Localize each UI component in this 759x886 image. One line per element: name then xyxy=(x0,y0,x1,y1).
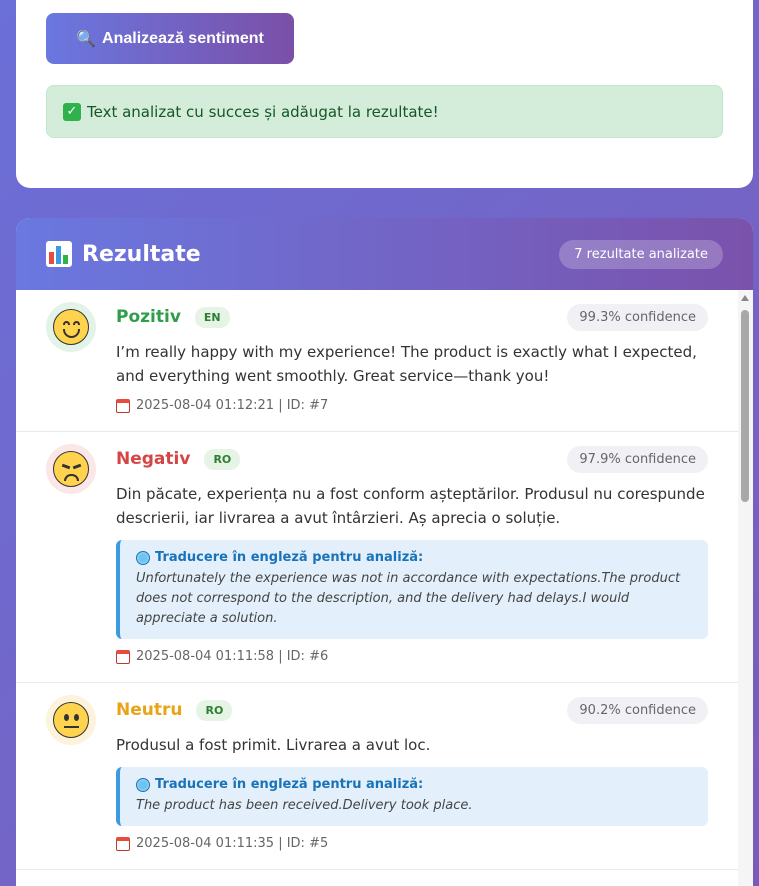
globe-icon xyxy=(136,777,150,792)
neutral-face-icon xyxy=(53,702,89,738)
translation-text: Unfortunately the experience was not in … xyxy=(136,571,681,626)
translation-title: Traducere în engleză pentru analiză: xyxy=(136,777,692,792)
sentiment-label: Pozitiv xyxy=(116,307,181,327)
globe-icon xyxy=(136,550,150,565)
calendar-icon xyxy=(116,649,130,664)
translation-title-text: Traducere în engleză pentru analiză: xyxy=(155,777,424,792)
results-panel: Rezultate 7 rezultate analizate Pozitiv … xyxy=(16,218,753,886)
sentiment-face xyxy=(46,302,96,352)
result-item: Neutru RO 90.2% confidence Produsul a fo… xyxy=(16,683,738,870)
calendar-icon xyxy=(116,398,130,413)
analysis-form-card: 🔍 Analizează sentiment ✓ Text analizat c… xyxy=(16,0,753,188)
result-meta: 2025-08-04 01:11:35 | ID: #5 xyxy=(116,836,708,851)
sentiment-face xyxy=(46,444,96,494)
result-meta: 2025-08-04 01:12:21 | ID: #7 xyxy=(116,398,708,413)
translation-title-text: Traducere în engleză pentru analiză: xyxy=(155,550,424,565)
analyze-sentiment-button[interactable]: 🔍 Analizează sentiment xyxy=(46,13,294,64)
language-badge: RO xyxy=(204,448,241,470)
check-icon: ✓ xyxy=(63,102,81,121)
timestamp-id: 2025-08-04 01:11:58 | ID: #6 xyxy=(136,649,329,664)
timestamp-id: 2025-08-04 01:12:21 | ID: #7 xyxy=(136,398,329,413)
timestamp-id: 2025-08-04 01:11:35 | ID: #5 xyxy=(136,836,329,851)
sentiment-face xyxy=(46,695,96,745)
result-meta: 2025-08-04 01:11:58 | ID: #6 xyxy=(116,649,708,664)
language-badge: EN xyxy=(194,306,230,328)
results-title-text: Rezultate xyxy=(82,241,201,267)
analyzed-text: I’m really happy with my experience! The… xyxy=(116,343,697,385)
confidence-badge: 99.3% confidence xyxy=(567,303,708,331)
sad-face-icon xyxy=(53,451,89,487)
translation-box: Traducere în engleză pentru analiză: Unf… xyxy=(116,540,708,639)
results-title: Rezultate xyxy=(46,241,201,267)
analyzed-text: Din păcate, experiența nu a fost conform… xyxy=(116,485,705,527)
sentiment-label: Negativ xyxy=(116,449,191,469)
smiling-face-icon xyxy=(53,309,89,345)
analyzed-text: Produsul a fost primit. Livrarea a avut … xyxy=(116,736,431,754)
sentiment-label: Neutru xyxy=(116,700,183,720)
confidence-badge: 90.2% confidence xyxy=(567,696,708,724)
calendar-icon xyxy=(116,836,130,851)
search-icon: 🔍 xyxy=(76,30,97,48)
results-scrollbar[interactable] xyxy=(738,290,753,886)
result-item: Pozitiv EN 99.3% confidence I’m really h… xyxy=(16,290,738,432)
translation-box: Traducere în engleză pentru analiză: The… xyxy=(116,767,708,826)
confidence-badge: 97.9% confidence xyxy=(567,445,708,473)
results-header: Rezultate 7 rezultate analizate xyxy=(16,218,753,290)
result-item: Negativ RO 97.9% confidence Din păcate, … xyxy=(16,432,738,683)
scroll-up-arrow-icon[interactable] xyxy=(741,295,749,301)
bar-chart-icon xyxy=(46,241,72,267)
results-count-badge: 7 rezultate analizate xyxy=(559,239,723,269)
results-list: Pozitiv EN 99.3% confidence I’m really h… xyxy=(16,290,738,886)
translation-title: Traducere în engleză pentru analiză: xyxy=(136,550,692,565)
language-badge: RO xyxy=(196,699,233,721)
success-alert: ✓ Text analizat cu succes și adăugat la … xyxy=(46,85,723,138)
success-message: Text analizat cu succes și adăugat la re… xyxy=(87,102,439,121)
scrollbar-thumb[interactable] xyxy=(741,310,749,502)
analyze-button-label: Analizează sentiment xyxy=(102,29,264,47)
translation-text: The product has been received.Delivery t… xyxy=(136,798,473,813)
